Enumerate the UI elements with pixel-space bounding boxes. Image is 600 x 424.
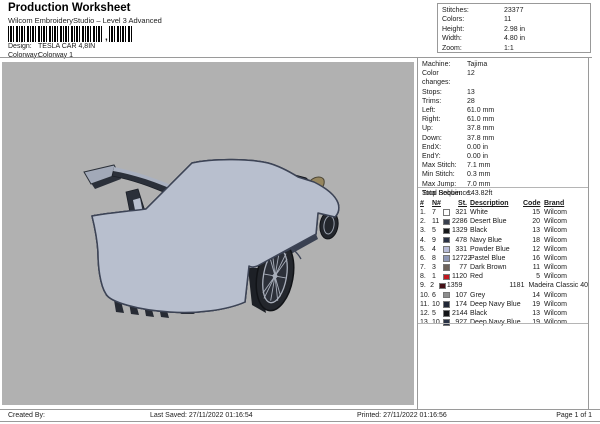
page-number: Page 1 of 1	[556, 411, 592, 420]
machine-info-list: Machine:Tajima Color changes:12 Stops:13…	[422, 60, 586, 198]
footer-divider	[0, 409, 600, 410]
table-row: 8.11120Red5Wilcom	[420, 272, 588, 281]
table-row: 3.51329Black13Wilcom	[420, 226, 588, 235]
thread-color-swatch	[443, 292, 450, 299]
last-saved-timestamp: Last Saved: 27/11/2022 01:16:54	[150, 411, 253, 420]
design-barcode: ,	[8, 26, 132, 42]
panel-divider	[418, 323, 588, 324]
machine-row: Machine:Tajima	[422, 60, 586, 69]
stat-colors: Colors:11	[442, 15, 590, 24]
page-title: Production Worksheet	[8, 2, 130, 14]
thread-color-swatch	[439, 283, 446, 290]
machine-row: EndX:0.00 in	[422, 143, 586, 152]
thread-color-swatch	[443, 274, 450, 281]
thread-color-swatch	[443, 246, 450, 253]
machine-row: Stops:13	[422, 88, 586, 97]
table-row: 5.4331Powder Blue12Wilcom	[420, 245, 588, 254]
barcode-segment	[109, 26, 132, 42]
embroidery-design-preview	[2, 62, 414, 405]
machine-row: Color changes:12	[422, 69, 586, 87]
footer-bottom-rule	[0, 421, 600, 422]
design-value: TESLA CAR 4,8IN	[38, 43, 95, 51]
table-row: 1.7321White15Wilcom	[420, 208, 588, 217]
machine-row: Left:61.0 mm	[422, 106, 586, 115]
colorway-value: Colorway 1	[38, 52, 73, 60]
thread-color-swatch	[443, 310, 450, 317]
thread-color-swatch	[443, 209, 450, 216]
created-by-label: Created By:	[8, 411, 45, 420]
design-label: Design:	[8, 43, 38, 51]
stat-zoom: Zoom:1:1	[442, 44, 590, 53]
machine-row: Max Stitch:7.1 mm	[422, 161, 586, 170]
design-name-row: Design: TESLA CAR 4,8IN	[8, 43, 95, 51]
printed-timestamp: Printed: 27/11/2022 01:16:56	[357, 411, 447, 420]
table-row: 12.52144Black13Wilcom	[420, 309, 588, 318]
barcode-comma: ,	[105, 34, 108, 42]
machine-info-panel: Machine:Tajima Color changes:12 Stops:13…	[417, 57, 589, 409]
machine-row: Up:37.8 mm	[422, 124, 586, 133]
software-name: Wilcom EmbroideryStudio – Level 3 Advanc…	[8, 16, 162, 25]
table-row: 7.377Dark Brown11Wilcom	[420, 263, 588, 272]
machine-row: Right:61.0 mm	[422, 115, 586, 124]
thread-color-swatch	[443, 228, 450, 235]
stat-stitches: Stitches:23377	[442, 6, 590, 15]
thread-color-swatch	[443, 301, 450, 308]
table-row: 9.213591181Madeira Classic 40	[420, 281, 588, 290]
barcode-segment	[8, 26, 104, 42]
machine-row: Min Stitch:0.3 mm	[422, 170, 586, 179]
stop-sequence-header: # N# St. Description Code Brand	[420, 199, 588, 208]
panel-divider	[418, 187, 588, 188]
table-row: 11.10174Deep Navy Blue19Wilcom	[420, 300, 588, 309]
stat-width: Width:4.80 in	[442, 34, 590, 43]
colorway-row: Colorway: Colorway 1	[8, 52, 73, 60]
design-stats-box: Stitches:23377 Colors:11 Height:2.98 in …	[437, 3, 591, 53]
machine-row: Trims:28	[422, 97, 586, 106]
stop-sequence-title: Stop Sequence:	[422, 190, 472, 197]
production-worksheet-page: Production Worksheet Wilcom EmbroiderySt…	[0, 0, 600, 424]
machine-row: Down:37.8 mm	[422, 134, 586, 143]
thread-color-swatch	[443, 237, 450, 244]
thread-color-swatch	[443, 264, 450, 271]
stop-sequence-table: # N# St. Description Code Brand 1.7321Wh…	[420, 199, 588, 327]
colorway-label: Colorway:	[8, 52, 38, 60]
table-row: 4.9478Navy Blue18Wilcom	[420, 236, 588, 245]
thread-color-swatch	[443, 255, 450, 262]
thread-color-swatch	[443, 219, 450, 226]
table-row: 10.6107Grey14Wilcom	[420, 291, 588, 300]
table-row: 2.112286Desert Blue20Wilcom	[420, 217, 588, 226]
car-embroidery-graphic	[2, 62, 414, 405]
stat-height: Height:2.98 in	[442, 25, 590, 34]
table-row: 6.812722Pastel Blue16Wilcom	[420, 254, 588, 263]
machine-row: EndY:0.00 in	[422, 152, 586, 161]
